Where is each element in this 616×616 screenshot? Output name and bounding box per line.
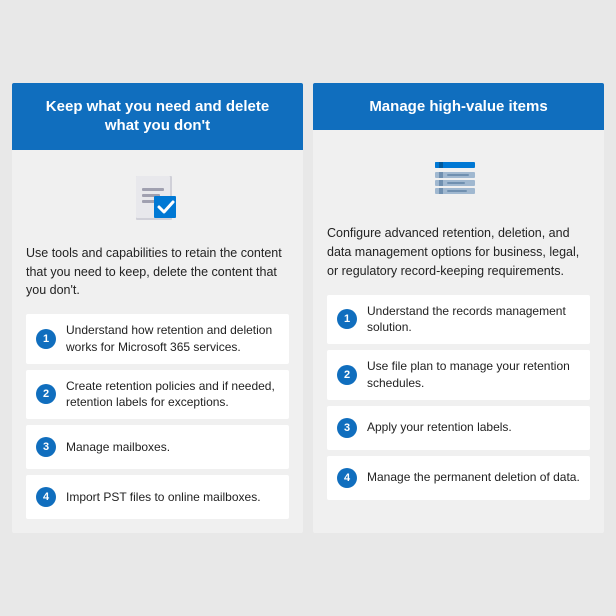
panel-keep: Keep what you need and delete what you d… [12,83,303,533]
step-number-3: 3 [36,437,56,457]
step-number-4: 4 [337,468,357,488]
step-number-1: 1 [36,329,56,349]
panel-keep-header: Keep what you need and delete what you d… [12,83,303,150]
panel-manage-steps: 1 Understand the records management solu… [327,295,590,500]
step-number-2: 2 [36,384,56,404]
step-text-2: Create retention policies and if needed,… [66,378,279,412]
panel-manage-header: Manage high-value items [313,83,604,131]
step-item: 1 Understand the records management solu… [327,295,590,345]
checklist-icon [126,166,190,230]
panel-keep-steps: 1 Understand how retention and deletion … [26,314,289,519]
step-text-3: Apply your retention labels. [367,419,512,436]
step-number-1: 1 [337,309,357,329]
panel-manage: Manage high-value items [313,83,604,533]
step-text-1: Understand how retention and deletion wo… [66,322,279,356]
step-item: 4 Import PST files to online mailboxes. [26,475,289,519]
step-item: 2 Create retention policies and if neede… [26,370,289,420]
step-text-3: Manage mailboxes. [66,439,170,456]
main-container: Keep what you need and delete what you d… [12,83,604,533]
step-number-2: 2 [337,365,357,385]
checklist-icon-area [26,166,289,230]
step-item: 4 Manage the permanent deletion of data. [327,456,590,500]
step-number-3: 3 [337,418,357,438]
step-text-4: Manage the permanent deletion of data. [367,469,580,486]
step-item: 3 Apply your retention labels. [327,406,590,450]
step-text-4: Import PST files to online mailboxes. [66,489,261,506]
panel-keep-description: Use tools and capabilities to retain the… [26,244,289,300]
panel-manage-description: Configure advanced retention, deletion, … [327,224,590,280]
step-item: 1 Understand how retention and deletion … [26,314,289,364]
panel-keep-body: Use tools and capabilities to retain the… [12,150,303,533]
step-item: 3 Manage mailboxes. [26,425,289,469]
panel-manage-body: Configure advanced retention, deletion, … [313,130,604,533]
records-icon [427,146,491,210]
step-text-2: Use file plan to manage your retention s… [367,358,580,392]
step-text-1: Understand the records management soluti… [367,303,580,337]
records-icon-area [327,146,590,210]
step-item: 2 Use file plan to manage your retention… [327,350,590,400]
step-number-4: 4 [36,487,56,507]
